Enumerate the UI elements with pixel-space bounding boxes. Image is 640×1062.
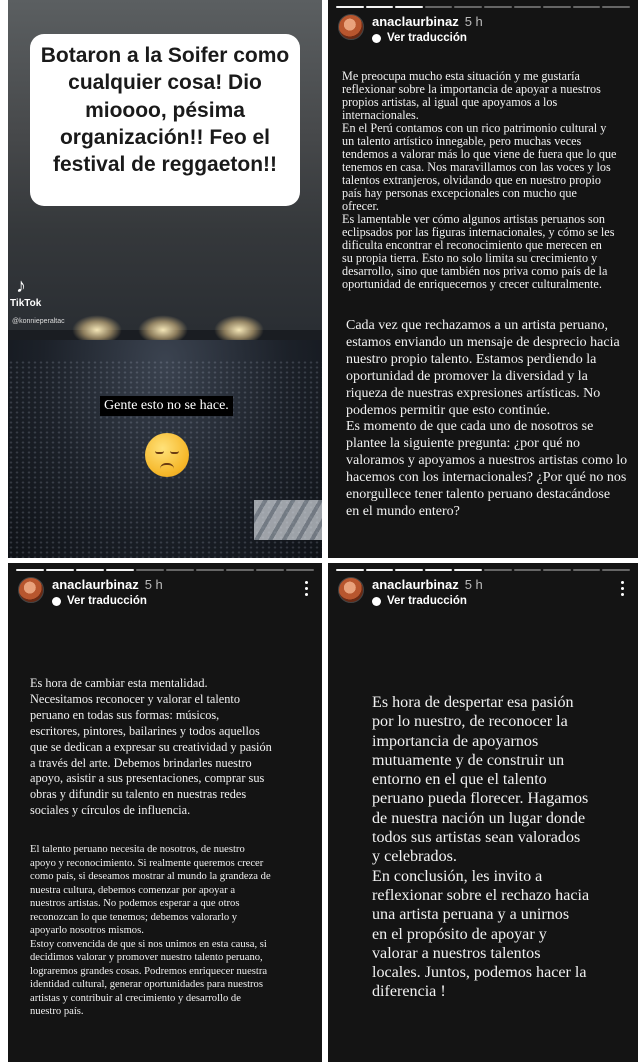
translate-link[interactable]: Ver traducción [372, 595, 467, 607]
tiktok-label: TikTok [10, 298, 42, 309]
post-time: 5 h [464, 14, 483, 29]
story-header: anaclaurbinaz 5 h Ver traducción [338, 12, 630, 52]
story-progress [336, 6, 630, 8]
translate-link[interactable]: Ver traducción [52, 595, 147, 607]
story-video-frame[interactable]: Botaron a la Soifer como cualquier cosa!… [8, 0, 322, 558]
username-text: anaclaurbinaz [372, 14, 459, 29]
subtitle-caption: Gente esto no se hace. [100, 396, 233, 416]
globe-icon [372, 596, 381, 606]
story-header: anaclaurbinaz 5 h Ver traducción [338, 575, 630, 615]
overlay-caption: Botaron a la Soifer como cualquier cosa!… [30, 34, 300, 206]
story-text-paragraph: Es hora de cambiar esta mentalidad. Nece… [30, 676, 272, 818]
avatar[interactable] [18, 577, 44, 603]
tiktok-icon: ♪ [16, 275, 26, 297]
username[interactable]: anaclaurbinaz 5 h [372, 14, 483, 29]
story-text-paragraph: Me preocupa mucho esta situación y me gu… [342, 69, 617, 291]
story-panel-3[interactable]: anaclaurbinaz 5 h Ver traducción Es hora … [8, 563, 322, 1062]
avatar[interactable] [338, 14, 364, 40]
story-text-paragraph: Es hora de despertar esa pasión por lo n… [372, 694, 590, 1001]
story-panel-4[interactable]: anaclaurbinaz 5 h Ver traducción Es hora … [328, 563, 638, 1062]
story-header: anaclaurbinaz 5 h Ver traducción [18, 575, 314, 615]
username-text: anaclaurbinaz [372, 577, 459, 592]
post-time: 5 h [144, 577, 163, 592]
story-progress [336, 569, 630, 571]
translate-label: Ver traducción [387, 32, 467, 44]
post-time: 5 h [464, 577, 483, 592]
globe-icon [372, 33, 381, 43]
username[interactable]: anaclaurbinaz 5 h [52, 577, 163, 592]
more-options-icon[interactable] [305, 581, 308, 599]
pensive-face-icon [145, 433, 189, 477]
username-text: anaclaurbinaz [52, 577, 139, 592]
avatar[interactable] [338, 577, 364, 603]
story-text-paragraph: Cada vez que rechazamos a un artista per… [346, 318, 628, 519]
story-panel-2[interactable]: anaclaurbinaz 5 h Ver traducción Me preoc… [328, 0, 638, 558]
story-progress [16, 569, 314, 571]
translate-label: Ver traducción [387, 595, 467, 607]
tiktok-username: @konnieperaltac [12, 318, 65, 325]
globe-icon [52, 596, 61, 606]
more-options-icon[interactable] [621, 581, 624, 599]
stage-structure [254, 500, 322, 540]
tiktok-watermark: ♪ TikTok [10, 275, 41, 309]
translate-label: Ver traducción [67, 595, 147, 607]
username[interactable]: anaclaurbinaz 5 h [372, 577, 483, 592]
translate-link[interactable]: Ver traducción [372, 32, 467, 44]
story-text-paragraph: El talento peruano necesita de nosotros,… [30, 844, 271, 1017]
